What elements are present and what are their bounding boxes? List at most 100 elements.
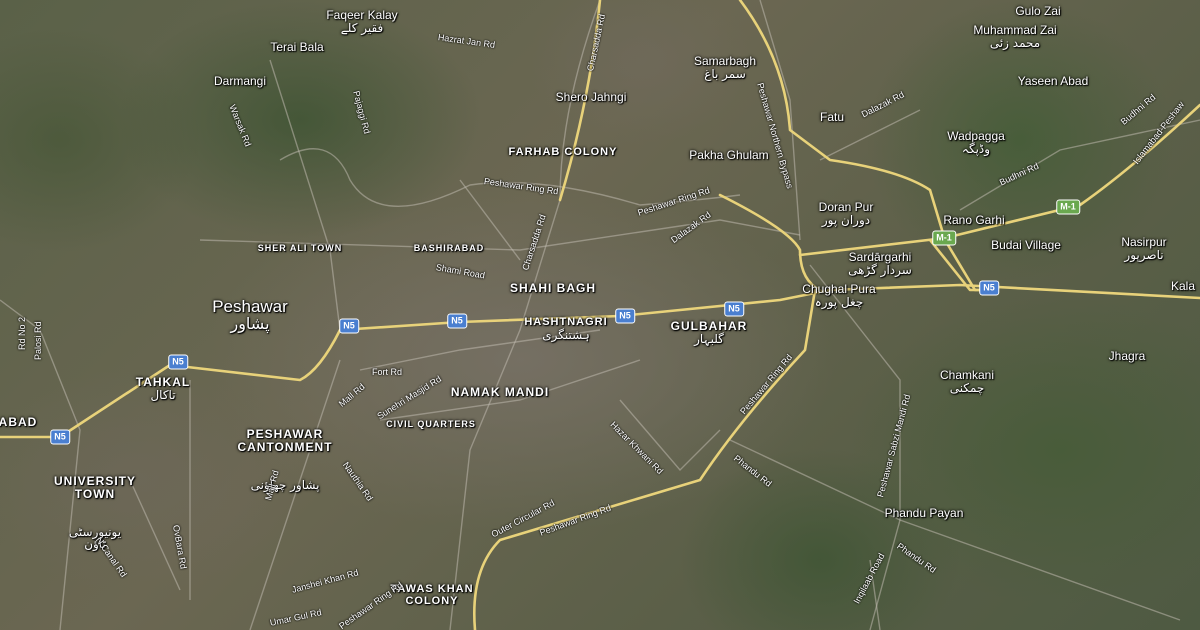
district-name: BASHIRABAD [413,243,485,253]
district-name: TAHKAL [135,375,191,389]
m1-shield[interactable]: M-1 [1056,199,1080,215]
place-name: Samarbagh [693,54,757,68]
place-samarbagh[interactable]: Samarbagh سمر باغ [694,55,756,80]
place-sardargarhi[interactable]: Sardārgarhi سردار گڑھی [848,251,912,276]
place-terai-bala[interactable]: Terai Bala [270,41,323,54]
district-tahkal[interactable]: TAHKAL تاکال [136,376,190,401]
warsak-road-line [269,59,341,331]
district-name: CIVIL QUARTERS [386,419,476,429]
ring-road-east-line [718,193,822,292]
district-name: PESHAWAR CANTONMENT [237,427,333,454]
district-urdu-name: تاکال [150,387,176,402]
district-shahi-bagh[interactable]: SHAHI BAGH [510,282,596,295]
place-urdu-name: سمر باغ [704,66,746,81]
place-nasirpur[interactable]: Nasirpur ناصرپور [1121,236,1166,261]
district-hashtnagri[interactable]: HASHTNAGRI ہشتنگری [524,316,608,342]
place-budai-village[interactable]: Budai Village [991,239,1061,252]
district-urdu-name: پشاور چھاؤنی [250,477,320,492]
place-urdu-name: چمکنی [949,380,985,395]
place-fatu[interactable]: Fatu [820,111,844,124]
district-urdu-name: یونیورسٹی ٹاؤن [68,524,122,552]
place-gulo-zai[interactable]: Gulo Zai [1015,5,1060,18]
place-urdu-name: ناصرپور [1124,247,1164,262]
phandu-road-line [729,439,1181,621]
place-pakha-ghulam[interactable]: Pakha Ghulam [689,149,768,162]
place-kala[interactable]: Kala [1171,280,1195,293]
sabzi-mandi-line [809,264,901,630]
place-chamkani[interactable]: Chamkani چمکنی [940,369,994,394]
place-urdu-name: چغل پورہ [814,294,864,309]
district-urdu-name: ہشتنگری [542,327,590,342]
place-name: Chamkani [939,368,995,382]
place-doran-pur[interactable]: Doran Pur دوران پور [819,201,874,226]
place-name: Kala [1170,279,1196,293]
place-name: Gulo Zai [1015,4,1061,18]
place-name: Doran Pur [818,200,874,214]
place-name: Nasirpur [1121,235,1167,249]
road-fort-rd[interactable]: Fort Rd [372,367,402,377]
place-name: Wadpagga [947,129,1005,143]
place-name: Sardārgarhi [848,250,912,264]
n5-shield[interactable]: N5 [979,280,999,296]
place-name: Shero Jahngi [555,90,627,104]
district-civil-quarters[interactable]: CIVIL QUARTERS [386,419,476,429]
place-faqeer-kalay[interactable]: Faqeer Kalay فقیر کلے [326,9,397,34]
place-wadpagga[interactable]: Wadpagga وڈپگہ [947,130,1005,155]
place-urdu-name: محمد زئی [989,35,1041,50]
district-peshawar-cantonment[interactable]: PESHAWAR CANTONMENT پشاور چھاؤنی [237,403,332,516]
place-name: Faqeer Kalay [326,8,398,22]
place-name: Darmangi [213,74,267,88]
district-name: GULBAHAR [670,319,748,333]
city-peshawar[interactable]: Peshawar پشاور [212,298,288,333]
road-rd-no-2[interactable]: Rd No 2 [17,317,27,350]
district-abad[interactable]: ABAD [0,416,37,429]
district-namak-mandi[interactable]: NAMAK MANDI [451,386,549,399]
district-tawas-khan-colony[interactable]: TAWAS KHAN COLONY [390,561,473,630]
place-name: Jhagra [1108,349,1146,363]
city-urdu-name: پشاور [230,313,270,333]
district-name: FARHAB COLONY [508,146,618,158]
place-chughal-pura[interactable]: Chughal Pura چغل پورہ [802,283,875,308]
m1-shield[interactable]: M-1 [932,230,956,246]
district-urdu-name: گلبہار [694,331,724,346]
n5-shield[interactable]: N5 [615,308,635,324]
district-farhab-colony[interactable]: FARHAB COLONY [508,146,618,159]
interchange-line [928,238,987,292]
satellite-map[interactable]: Faqeer Kalay فقیر کلے Terai Bala Darmang… [0,0,1200,630]
place-name: Muhammad Zai [973,23,1057,37]
n5-shield[interactable]: N5 [339,318,359,334]
n5-shield[interactable]: N5 [447,313,467,329]
district-name: SHAHI BAGH [509,281,597,295]
n5-shield[interactable]: N5 [50,429,70,445]
district-university-town[interactable]: UNIVERSITY TOWN یونیورسٹی ٹاؤن [54,450,136,576]
place-rano-garhi[interactable]: Rano Garhi [943,214,1004,227]
place-shero-jahngi[interactable]: Shero Jahngi [556,91,627,104]
district-sher-ali-town[interactable]: SHER ALI TOWN [257,243,343,253]
district-name: UNIVERSITY TOWN [53,474,137,501]
place-urdu-name: وڈپگہ [961,141,991,156]
place-muhammad-zai[interactable]: Muhammad Zai محمد زئی [973,24,1056,49]
hazar-khwani-line [619,399,721,472]
place-darmangi[interactable]: Darmangi [214,75,266,88]
place-name: Terai Bala [270,40,324,54]
road-palosi-rd[interactable]: Palosi Rd [33,321,43,360]
district-name: HASHTNAGRI [524,316,608,328]
place-name: Phandu Payan [884,506,964,520]
place-yaseen-abad[interactable]: Yaseen Abad [1018,75,1089,88]
n5-shield[interactable]: N5 [724,301,744,317]
district-name: SHER ALI TOWN [257,243,343,253]
place-jhagra[interactable]: Jhagra [1109,350,1146,363]
place-name: Rano Garhi [943,213,1005,227]
place-name: Fatu [819,110,845,124]
district-gulbahar[interactable]: GULBAHAR گلبہار [671,320,748,345]
district-bashirabad[interactable]: BASHIRABAD [413,243,485,253]
place-urdu-name: دوران پور [821,212,871,227]
place-name: Budai Village [991,238,1061,252]
place-name: Chughal Pura [802,282,876,296]
place-name: Yaseen Abad [1017,74,1089,88]
n5-shield[interactable]: N5 [168,354,188,370]
place-urdu-name: فقیر کلے [340,20,384,35]
place-urdu-name: سردار گڑھی [848,262,912,277]
place-phandu-payan[interactable]: Phandu Payan [885,507,964,520]
district-name: ABAD [0,415,38,429]
